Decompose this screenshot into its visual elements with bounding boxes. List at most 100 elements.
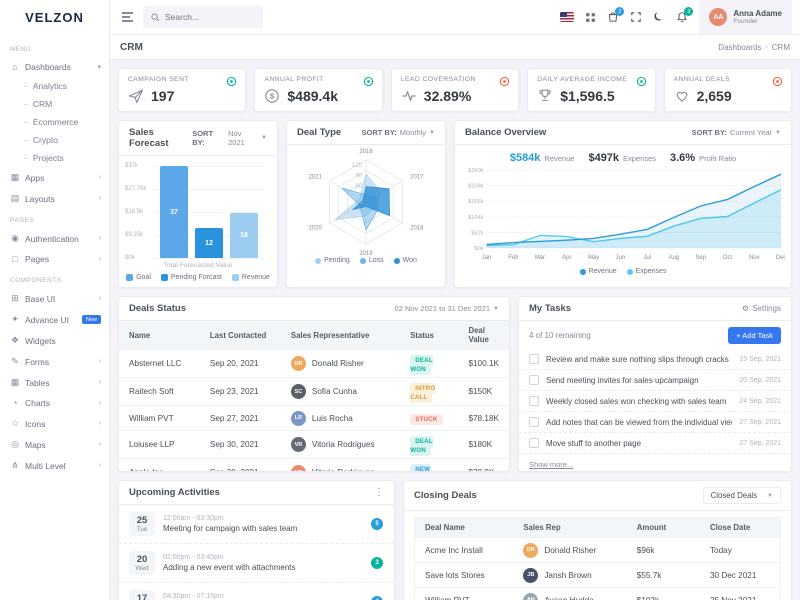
table-row[interactable]: Save lots Stores JB Jansh Brown $55.7k [415, 563, 781, 588]
sidebar-item[interactable]: ▤ Layouts › [0, 188, 109, 209]
deal-value-cell: $150K [458, 378, 509, 406]
kebab-menu-icon[interactable]: ⋮ [374, 487, 384, 498]
task-checkbox[interactable] [529, 417, 539, 427]
kpi-value: $1,596.5 [560, 88, 615, 104]
status-badge: Stuck [410, 414, 442, 425]
table-row[interactable]: Raitech Soft Sep 23, 2021 SC Sofia Cunha [119, 378, 509, 406]
activities-list: 25 Tue 12:00am - 03:30pm Meeting for cam… [119, 505, 394, 600]
sidebar-item[interactable]: ◎ Maps › [0, 434, 109, 455]
sidebar-item-label: Crypto [33, 135, 101, 145]
chevron-icon: › [99, 358, 101, 365]
sidebar-item[interactable]: ⌂ Dashboards ▾ [0, 57, 109, 77]
bar-revenue: 18 [230, 213, 258, 258]
deal-value-cell: $180K [458, 431, 509, 459]
sidebar-item[interactable]: ▦ Apps › [0, 167, 109, 188]
sidebar-item[interactable]: ◉ Authentication › [0, 228, 109, 249]
activity-time: 02:00pm - 03:45pm [163, 554, 327, 561]
sidebar-item[interactable]: Analytics [0, 77, 109, 95]
sidebar-item-icon: □ [10, 254, 20, 264]
page-content: CAMPAIGN SENT 197 ANNUAL PROFIT $ $489.4… [110, 60, 800, 600]
main-area: 2 3 AA Anna Adame Founder [110, 0, 800, 600]
sort-by-dropdown[interactable]: SORT BY: Monthly ▼ [362, 128, 436, 137]
apps-grid-icon[interactable] [585, 12, 596, 23]
date-range-dropdown[interactable]: 02 Nov 2021 to 31 Dec 2021 ▼ [395, 304, 499, 313]
sidebar-item[interactable]: ⊞ Base UI › [0, 288, 109, 309]
sales-rep-cell: AH Ayaan Hudda [513, 588, 626, 600]
deal-name-cell: Apple Inc. [119, 459, 200, 473]
sidebar-item-label: Apps [25, 173, 94, 183]
search-input[interactable] [165, 12, 255, 22]
kpi-label: CAMPAIGN SENT [128, 76, 236, 83]
sales-forecast-bar-chart: $37k$27.75k$18.5k$9.25k$0k371218 [125, 166, 269, 258]
table-row[interactable]: William PVT AH Ayaan Hudda $102k [415, 588, 781, 600]
table-row[interactable]: William PVT Sep 27, 2021 LR Luis Rocha S [119, 406, 509, 431]
table-row[interactable]: Loiusee LLP Sep 30, 2021 VR Vitoria Rodr… [119, 431, 509, 459]
kpi-card: LEAD COVERSATION 32.89% [391, 68, 519, 112]
sidebar-item[interactable]: ◔ Charts › [0, 393, 109, 413]
dark-mode-moon-icon[interactable] [653, 11, 665, 23]
status-cell: New Lead [400, 459, 458, 473]
closing-deals-table: Deal NameSales RepAmountClose Date Acme … [414, 517, 781, 600]
user-menu[interactable]: AA Anna Adame Founder [699, 0, 792, 34]
activity-title: Adding a new event with attachments [163, 563, 327, 572]
deals-filter-select[interactable]: Closed Deals ▼ [703, 487, 781, 504]
kpi-trend-target-icon [363, 76, 374, 87]
table-row[interactable]: Acme Inc Install DR Donald Risher $96k [415, 538, 781, 563]
add-task-button[interactable]: + Add Task [728, 327, 781, 344]
sidebar-item[interactable]: ✎ Forms › [0, 351, 109, 372]
kpi-label: ANNUAL PROFIT [264, 76, 372, 83]
sidebar-item-label: Base UI [25, 294, 94, 304]
activity-date: 17 Wed [129, 590, 155, 600]
sidebar-item[interactable]: PAGES [0, 209, 109, 228]
kpi-icon [537, 88, 553, 104]
sidebar-item[interactable]: Crypto [0, 131, 109, 149]
sidebar-item-icon: ▦ [10, 172, 20, 183]
sidebar-item[interactable]: Projects [0, 149, 109, 167]
show-more-link[interactable]: Show more... [519, 455, 583, 472]
task-checkbox[interactable] [529, 438, 539, 448]
avatar: DR [523, 543, 538, 558]
chevron-icon: › [99, 195, 101, 202]
sidebar-item-label: Icons [25, 419, 94, 429]
last-contacted-cell: Sep 30, 2021 [200, 431, 281, 459]
notifications-bell-icon[interactable]: 3 [676, 11, 688, 23]
activity-title: Meeting for campaign with sales team [163, 524, 335, 533]
sidebar-item[interactable]: ❖ Widgets [0, 330, 109, 351]
bar-pending-forcast: 12 [195, 228, 223, 258]
avatar: VR [291, 437, 306, 452]
sidebar-item[interactable]: ▦ Tables › [0, 372, 109, 393]
deals-status-table: NameLast ContactedSales RepresentativeSt… [119, 321, 509, 472]
deal-value-cell: $78.9K [458, 459, 509, 473]
breadcrumb-parent[interactable]: Dashboards [718, 43, 761, 52]
search-box[interactable] [143, 6, 263, 28]
tasks-settings-button[interactable]: ⚙ Settings [742, 304, 781, 313]
sidebar-item[interactable]: ⋔ Multi Level › [0, 455, 109, 476]
task-row: Review and make sure nothing slips throu… [519, 349, 791, 370]
hamburger-menu-icon[interactable] [120, 10, 135, 24]
sidebar-item[interactable]: ☆ Icons › [0, 413, 109, 434]
attendee-count-badge: 3 [370, 556, 384, 570]
balance-stat: 3.6% Profit Ratio [670, 152, 736, 164]
sort-by-dropdown[interactable]: SORT BY: Nov 2021 ▼ [192, 129, 267, 147]
task-checkbox[interactable] [529, 375, 539, 385]
table-row[interactable]: Apple Inc. Sep 30, 2021 VR Vitoria Rodri… [119, 459, 509, 473]
task-checkbox[interactable] [529, 354, 539, 364]
task-checkbox[interactable] [529, 396, 539, 406]
sidebar-item[interactable]: CRM [0, 95, 109, 113]
sidebar-item[interactable]: Ecommerce [0, 113, 109, 131]
fullscreen-icon[interactable] [630, 11, 642, 23]
sidebar-item[interactable]: ✦ Advance UI New [0, 309, 109, 330]
bar-chart-xlabel: Total Forecasted Value [119, 262, 277, 269]
sidebar-item-label: Projects [33, 153, 101, 163]
sidebar-item[interactable]: MENU [0, 38, 109, 57]
deal-type-radar-chart: 20162017201820192020202112090600 [287, 145, 445, 257]
sidebar-item[interactable]: COMPONENTS [0, 269, 109, 288]
cart-icon[interactable]: 2 [607, 11, 619, 23]
topbar: 2 3 AA Anna Adame Founder [110, 0, 800, 34]
sidebar-item[interactable]: □ Pages › [0, 249, 109, 269]
table-row[interactable]: Absternet LLC Sep 20, 2021 DR Donald Ris… [119, 350, 509, 378]
sales-rep-cell: LR Luis Rocha [281, 406, 400, 431]
brand-logo[interactable]: VELZON [0, 0, 109, 34]
sort-by-dropdown[interactable]: SORT BY: Current Year ▼ [692, 128, 781, 137]
language-flag-icon[interactable] [560, 12, 574, 22]
